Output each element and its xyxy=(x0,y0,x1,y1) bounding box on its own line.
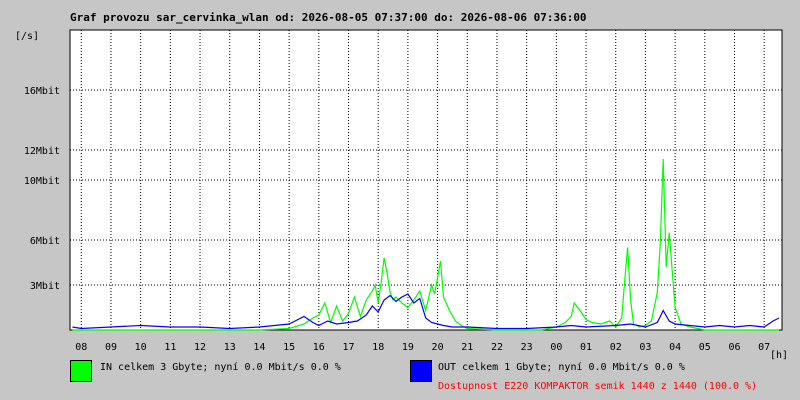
x-tick-label-16: 00 xyxy=(550,342,562,353)
x-tick-label-15: 23 xyxy=(521,342,533,353)
x-tick-label-17: 01 xyxy=(580,342,592,353)
x-tick-label-12: 20 xyxy=(432,342,444,353)
y-tick-labels: 3Mbit 6Mbit 10Mbit 12Mbit 16Mbit xyxy=(24,86,60,292)
x-tick-label-13: 21 xyxy=(461,342,473,353)
traffic-chart: 3Mbit 6Mbit 10Mbit 12Mbit 16Mbit 08 09 10 11 12 1… xyxy=(24,29,783,353)
y-tick-label-3: 12Mbit xyxy=(24,146,60,157)
y-tick-label-0: 3Mbit xyxy=(30,281,60,292)
x-tick-label-0: 08 xyxy=(75,342,87,353)
x-tick-label-21: 05 xyxy=(699,342,711,353)
x-tick-label-11: 19 xyxy=(402,342,414,353)
x-tick-label-9: 17 xyxy=(342,342,354,353)
availability-text: Dostupnost E220 KOMPAKTOR semik 1440 z 1… xyxy=(438,381,758,392)
legend-in-text: IN celkem 3 Gbyte; nyní 0.0 Mbit/s 0.0 % xyxy=(100,362,341,373)
x-tick-label-19: 03 xyxy=(639,342,651,353)
x-tick-label-23: 07 xyxy=(758,342,770,353)
x-tick-label-22: 06 xyxy=(728,342,740,353)
legend-in-swatch xyxy=(70,360,92,382)
x-tick-label-8: 16 xyxy=(313,342,325,353)
x-tick-label-2: 10 xyxy=(135,342,147,353)
legend-out-text: OUT celkem 1 Gbyte; nyní 0.0 Mbit/s 0.0 … xyxy=(438,362,685,373)
x-tick-label-10: 18 xyxy=(372,342,384,353)
legend-out-swatch xyxy=(410,360,432,382)
y-tick-label-1: 6Mbit xyxy=(30,236,60,247)
y-tick-label-4: 16Mbit xyxy=(24,86,60,97)
y-tick-label-2: 10Mbit xyxy=(24,176,60,187)
x-tick-label-5: 13 xyxy=(224,342,236,353)
x-tick-label-3: 11 xyxy=(164,342,176,353)
x-tick-label-7: 15 xyxy=(283,342,295,353)
x-tick-label-1: 09 xyxy=(105,342,117,353)
x-tick-label-14: 22 xyxy=(491,342,503,353)
x-tick-label-20: 04 xyxy=(669,342,681,353)
x-tick-label-18: 02 xyxy=(610,342,622,353)
x-tick-label-6: 14 xyxy=(253,342,265,353)
x-tick-label-4: 12 xyxy=(194,342,206,353)
x-tick-labels: 08 09 10 11 12 13 14 15 16 17 18 19 20 21 22 23 00 01 02 03… xyxy=(75,342,770,353)
